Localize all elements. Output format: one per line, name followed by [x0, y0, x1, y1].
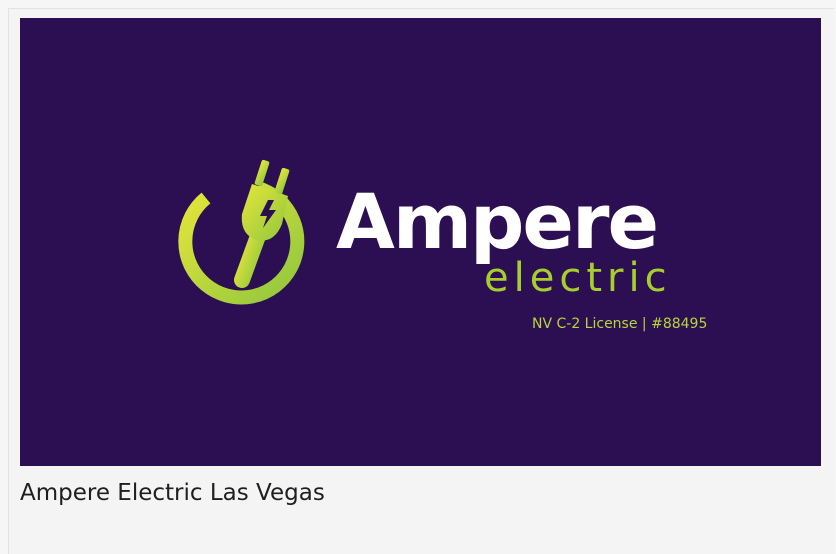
license-text: NV C-2 License | #88495 [532, 316, 708, 332]
brand-name: Ampere [336, 177, 659, 266]
brand-subtitle: electric [484, 255, 672, 301]
logo-banner: Ampere electric NV C-2 License | #88495 [20, 18, 821, 466]
image-caption: Ampere Electric Las Vegas [20, 480, 325, 506]
